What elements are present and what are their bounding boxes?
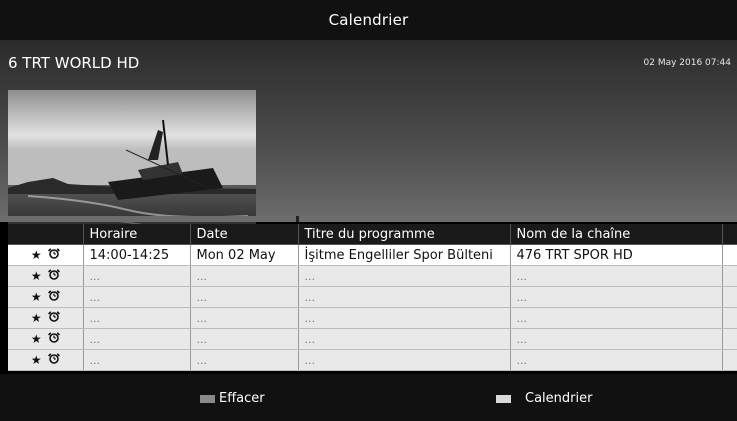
schedule-table: Horaire Date Titre du programme Nom de l… <box>8 224 737 371</box>
row-time: 14:00-14:25 <box>83 244 191 266</box>
row-date: ... <box>190 307 299 329</box>
star-icon: ★ <box>30 310 42 325</box>
star-icon: ★ <box>30 289 42 304</box>
row-date: ... <box>190 265 299 287</box>
alarm-clock-icon <box>47 310 60 326</box>
table-row[interactable]: ★............ <box>8 328 737 350</box>
row-icons: ★ <box>8 349 84 371</box>
row-time: ... <box>83 286 191 308</box>
table-row[interactable]: ★............ <box>8 286 737 308</box>
header-bar: Calendrier <box>0 0 737 40</box>
progress-marker <box>296 216 299 222</box>
grey-key-swatch <box>200 394 215 403</box>
alarm-clock-icon <box>47 352 60 368</box>
column-header-time: Horaire <box>83 224 191 245</box>
star-icon: ★ <box>30 247 42 262</box>
row-channel: ... <box>510 349 723 371</box>
table-row[interactable]: ★............ <box>8 349 737 371</box>
alarm-clock-icon <box>47 331 60 347</box>
row-spacer <box>722 307 737 329</box>
row-spacer <box>722 349 737 371</box>
table-header-row: Horaire Date Titre du programme Nom de l… <box>8 224 737 245</box>
row-icons: ★ <box>8 328 84 350</box>
row-date: ... <box>190 286 299 308</box>
row-time: ... <box>83 349 191 371</box>
schedule-label: Calendrier <box>525 391 593 406</box>
schedule-action[interactable]: Calendrier <box>496 391 592 406</box>
alarm-clock-icon <box>47 268 60 284</box>
column-header-title: Titre du programme <box>298 224 511 245</box>
star-icon: ★ <box>30 331 42 346</box>
row-spacer <box>722 286 737 308</box>
row-date: ... <box>190 328 299 350</box>
delete-label: Effacer <box>219 391 265 406</box>
table-row[interactable]: ★ 14:00-14:25 Mon 02 May İşitme Engelliler … <box>8 244 737 266</box>
white-key-swatch <box>496 394 511 403</box>
row-icons: ★ <box>8 265 84 287</box>
row-channel: ... <box>510 286 723 308</box>
row-icons: ★ <box>8 286 84 308</box>
row-date: ... <box>190 349 299 371</box>
row-icons: ★ <box>8 307 84 329</box>
row-channel: ... <box>510 328 723 350</box>
row-title: ... <box>298 265 511 287</box>
row-title: ... <box>298 286 511 308</box>
channel-name: 6 TRT WORLD HD <box>8 54 140 72</box>
preview-area: 6 TRT WORLD HD 02 May 2016 07:44 <box>0 40 737 248</box>
column-header-spacer <box>722 224 737 245</box>
row-spacer <box>722 265 737 287</box>
progress-bar <box>0 216 737 222</box>
page-title: Calendrier <box>328 11 409 29</box>
row-date: Mon 02 May <box>190 244 299 266</box>
row-title: İşitme Engelliler Spor Bülteni <box>298 244 511 266</box>
row-channel: 476 TRT SPOR HD <box>510 244 723 266</box>
star-icon: ★ <box>30 352 42 367</box>
column-header-channel: Nom de la chaîne <box>510 224 723 245</box>
row-channel: ... <box>510 307 723 329</box>
row-title: ... <box>298 349 511 371</box>
row-title: ... <box>298 307 511 329</box>
row-icons: ★ <box>8 244 84 266</box>
table-row[interactable]: ★............ <box>8 307 737 329</box>
column-header-date: Date <box>190 224 299 245</box>
footer-bar: Effacer Calendrier <box>0 374 737 421</box>
row-spacer <box>722 328 737 350</box>
row-spacer <box>722 244 737 266</box>
row-channel: ... <box>510 265 723 287</box>
column-header-icons <box>8 224 84 245</box>
row-time: ... <box>83 328 191 350</box>
current-datetime: 02 May 2016 07:44 <box>643 58 731 68</box>
row-time: ... <box>83 265 191 287</box>
alarm-clock-icon <box>47 289 60 305</box>
alarm-clock-icon <box>47 247 60 263</box>
delete-action[interactable]: Effacer <box>200 391 265 406</box>
star-icon: ★ <box>30 268 42 283</box>
row-title: ... <box>298 328 511 350</box>
row-time: ... <box>83 307 191 329</box>
table-row[interactable]: ★............ <box>8 265 737 287</box>
